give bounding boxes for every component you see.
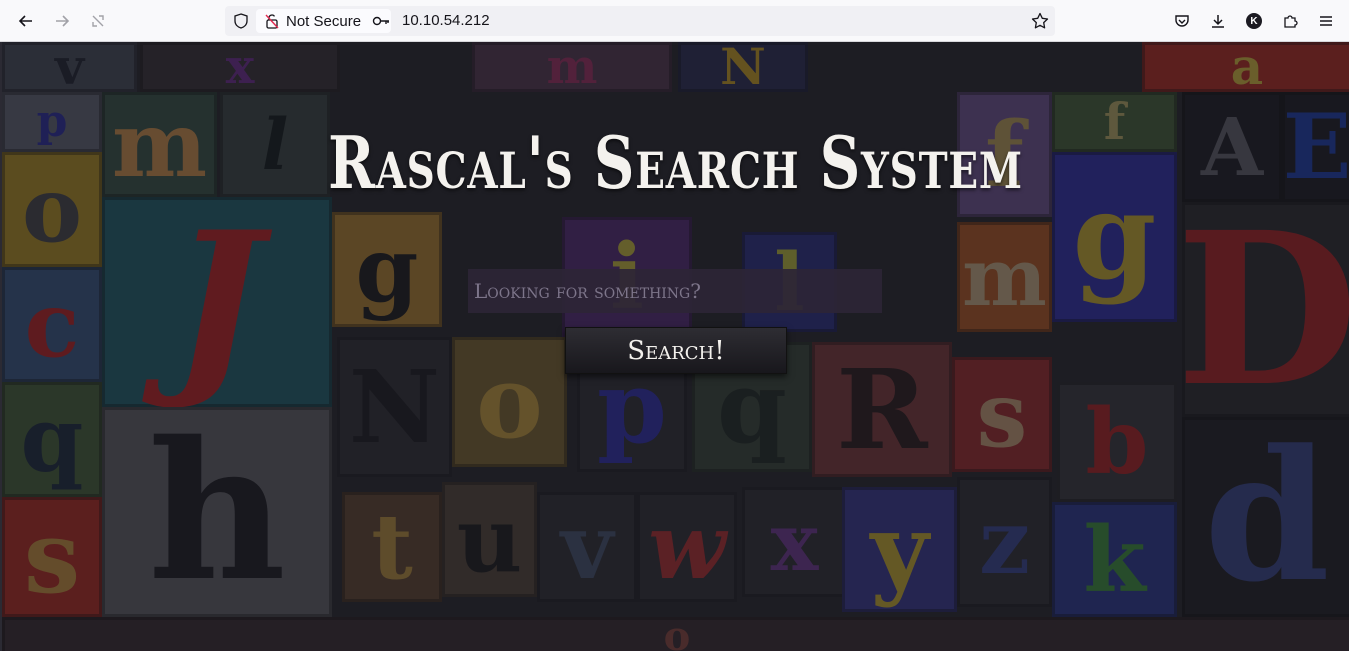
reload-disabled-icon: [92, 15, 104, 27]
back-arrow-icon: [18, 15, 32, 27]
browser-toolbar: Not Secure 10.10.54.212 K: [0, 0, 1349, 42]
reload-button[interactable]: [84, 7, 112, 35]
forward-arrow-icon: [56, 15, 70, 27]
account-avatar: K: [1246, 13, 1262, 29]
download-icon: [1212, 15, 1224, 28]
not-secure-indicator[interactable]: Not Secure: [256, 9, 391, 33]
puzzle-icon: [1284, 15, 1298, 28]
menu-button[interactable]: [1312, 7, 1340, 35]
extensions-button[interactable]: [1276, 7, 1304, 35]
url-bar[interactable]: Not Secure 10.10.54.212: [225, 6, 1055, 36]
broken-lock-icon: [265, 14, 279, 29]
back-button[interactable]: [12, 7, 40, 35]
hamburger-menu-icon: [1320, 16, 1332, 26]
shield-icon[interactable]: [233, 13, 249, 29]
page-viewport: v x m N a p m l o f f A E c J g i l m g …: [2, 42, 1349, 651]
page-title: Rascal's Search System: [328, 120, 1023, 205]
pocket-button[interactable]: [1168, 7, 1196, 35]
key-icon[interactable]: [372, 13, 390, 29]
account-button[interactable]: K: [1240, 7, 1268, 35]
search-button[interactable]: Search!: [565, 327, 787, 374]
bookmark-star-icon[interactable]: [1031, 12, 1049, 30]
not-secure-label: Not Secure: [286, 12, 362, 30]
search-input[interactable]: [468, 269, 882, 313]
pocket-icon: [1175, 15, 1189, 27]
url-text[interactable]: 10.10.54.212: [402, 12, 490, 29]
forward-button[interactable]: [48, 7, 76, 35]
downloads-button[interactable]: [1204, 7, 1232, 35]
